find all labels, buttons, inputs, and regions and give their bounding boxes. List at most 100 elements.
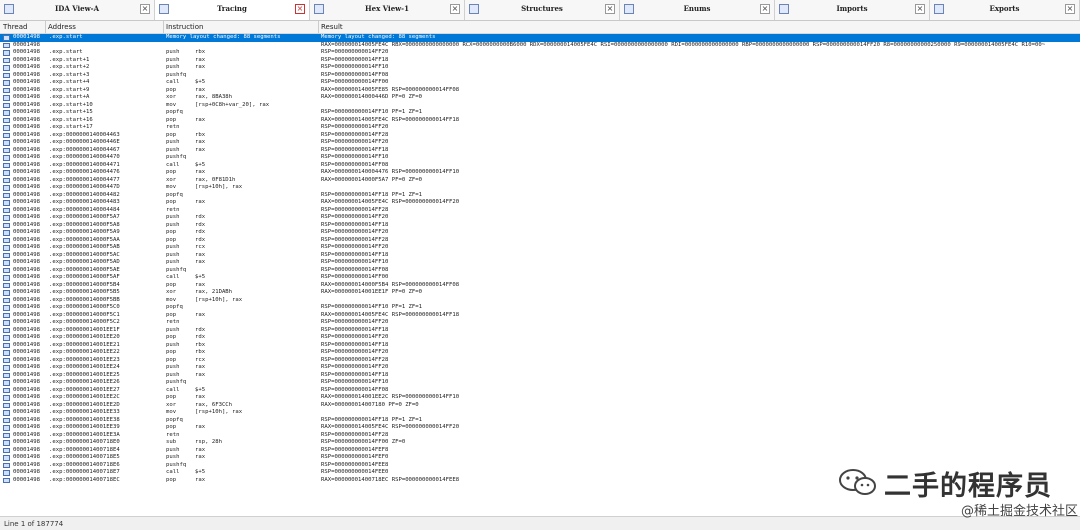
trace-row[interactable]: 00001498 .exp:000000014000446E push rax RSP=… — [0, 139, 1080, 147]
close-icon[interactable]: × — [140, 4, 150, 14]
trace-row[interactable]: 00001498 .exp:0000000140004483 pop rax RAX=0… — [0, 199, 1080, 207]
thread-cell: 00001498 — [13, 469, 40, 475]
thread-cell: 00001498 — [13, 116, 40, 123]
trace-row[interactable]: 00001498 .exp:000000014001EE23 pop rcx RSP=0… — [0, 357, 1080, 365]
mnemonic-cell: pushfq — [166, 266, 187, 273]
trace-row[interactable]: 00001498 .exp:000000014001EE1F push rdx RSP=… — [0, 327, 1080, 335]
trace-row[interactable]: 00001498 RAX=000000014005FE4C RBX=0000000… — [0, 42, 1080, 50]
trace-row[interactable]: 00001498 .exp.start+15 popfq RSP=0000000000… — [0, 109, 1080, 117]
thread-cell: 00001498 — [13, 454, 40, 460]
trace-row[interactable]: 00001498 .exp:00000001400718E0 sub rsp, 28h… — [0, 439, 1080, 447]
tab-structures[interactable]: Structures × — [465, 0, 620, 20]
trace-row[interactable]: 00001498 .exp.start+9 pop rax RAX=0000000140… — [0, 87, 1080, 95]
trace-row[interactable]: 00001498 .exp:000000014000F5B4 pop rax RAX=0… — [0, 282, 1080, 290]
trace-row[interactable]: 00001498 .exp:000000014001EE20 pop rdx RSP=0… — [0, 334, 1080, 342]
trace-row[interactable]: 00001498 .exp.start+2 push rax RSP=000000000… — [0, 64, 1080, 72]
trace-row[interactable]: 00001498 .exp:000000014000447D mov [rsp+10h… — [0, 184, 1080, 192]
trace-row[interactable]: 00001498 .exp:000000014000F5AB push rcx RSP=… — [0, 244, 1080, 252]
operands-cell: $+5 — [195, 274, 206, 280]
trace-row[interactable]: 00001498 .exp:000000014000F5AD push rax RSP=… — [0, 259, 1080, 267]
operands-cell: rax — [195, 146, 206, 153]
column-header-result[interactable]: Result — [321, 23, 343, 31]
trace-row[interactable]: 00001498 .exp.start+A xor rax, 8BA38h RAX=00… — [0, 94, 1080, 102]
trace-row[interactable]: 00001498 .exp:000000014001EE2D xor rax, 6F3… — [0, 402, 1080, 410]
trace-row[interactable]: 00001498 .exp:000000014000F5BB mov [rsp+10h… — [0, 297, 1080, 305]
trace-row[interactable]: 00001498 .exp:000000014001EE22 pop rbx RSP=0… — [0, 349, 1080, 357]
trace-row[interactable]: 00001498 .exp:00000001400718E5 push rax RSP=… — [0, 454, 1080, 462]
trace-row[interactable]: 00001498 .exp.start+16 pop rax RAX=000000014… — [0, 117, 1080, 125]
trace-row[interactable]: 00001498 .exp:000000014000F5AC push rax RSP=… — [0, 252, 1080, 260]
mnemonic-cell: pop — [166, 86, 177, 93]
trace-entry-icon — [3, 170, 10, 176]
trace-row[interactable]: 00001498 .exp:000000014001EE3A retn RSP=000… — [0, 432, 1080, 440]
thread-cell: 00001498 — [13, 79, 40, 85]
operands-cell: rax — [195, 446, 206, 453]
trace-row[interactable]: 00001498 .exp:000000014001EE38 popfq RSP=00… — [0, 417, 1080, 425]
trace-row[interactable]: 00001498 .exp:0000000140004470 pushfq RSP=0… — [0, 154, 1080, 162]
trace-row[interactable]: 00001498 .exp:000000014001EE24 push rax RSP=… — [0, 364, 1080, 372]
trace-row[interactable]: 00001498 .exp:000000014001EE2C pop rax RAX=0… — [0, 394, 1080, 402]
result-cell: RSP=000000000014FF20 — [321, 49, 389, 55]
trace-row[interactable]: 00001498 .exp.start+3 pushfq RSP=0000000000… — [0, 72, 1080, 80]
close-icon[interactable]: × — [450, 4, 460, 14]
trace-row[interactable]: 00001498 .exp:0000000140004463 pop rbx RSP=0… — [0, 132, 1080, 140]
mnemonic-cell: push — [166, 371, 180, 378]
thread-cell: 00001498 — [13, 124, 40, 130]
tab-hex-view-1[interactable]: Hex View-1 × — [310, 0, 465, 20]
column-header-instruction[interactable]: Instruction — [166, 23, 203, 31]
trace-row[interactable]: 00001498 .exp:000000014001EE27 call $+5 RSP=… — [0, 387, 1080, 395]
trace-row[interactable]: 00001498 .exp.start+1 push rax RSP=000000000… — [0, 57, 1080, 65]
trace-row[interactable]: 00001498 .exp:00000001400718E4 push rax RSP=… — [0, 447, 1080, 455]
trace-row[interactable]: 00001498 .exp:000000014000F5A8 push rdx RSP=… — [0, 222, 1080, 230]
close-icon[interactable]: × — [760, 4, 770, 14]
trace-row[interactable]: 00001498 .exp:000000014001EE33 mov [rsp+10h… — [0, 409, 1080, 417]
trace-row[interactable]: 00001498 .exp:000000014001EE39 pop rax RAX=0… — [0, 424, 1080, 432]
address-cell: .exp:0000000140004470 — [49, 154, 120, 160]
close-icon[interactable]: × — [295, 4, 305, 14]
tab-imports[interactable]: Imports × — [775, 0, 930, 20]
close-icon[interactable]: × — [1065, 4, 1075, 14]
trace-row[interactable]: 00001498 .exp:000000014000F5A7 push rdx RSP=… — [0, 214, 1080, 222]
trace-row[interactable]: 00001498 .exp:0000000140004482 popfq RSP=00… — [0, 192, 1080, 200]
tab-ida-view-a[interactable]: IDA View-A × — [0, 0, 155, 20]
trace-row[interactable]: 00001498 .exp:0000000140004476 pop rax RAX=0… — [0, 169, 1080, 177]
trace-row[interactable]: 00001498 .exp.start+4 call $+5 RSP=000000000… — [0, 79, 1080, 87]
trace-row[interactable]: 00001498 .exp:0000000140004477 xor rax, 0F8… — [0, 177, 1080, 185]
trace-row[interactable]: 00001498 .exp:000000014001EE26 pushfq RSP=0… — [0, 379, 1080, 387]
trace-row[interactable]: 00001498 .exp:000000014000F5C0 popfq RSP=00… — [0, 304, 1080, 312]
address-cell: .exp:000000014001EE2C — [49, 394, 120, 400]
close-icon[interactable]: × — [605, 4, 615, 14]
trace-row[interactable]: 00001498 .exp:0000000140004484 retn RSP=000… — [0, 207, 1080, 215]
trace-row[interactable]: 00001498 .exp.start+17 retn RSP=00000000001… — [0, 124, 1080, 132]
operands-cell: rdx — [195, 214, 206, 220]
trace-row[interactable]: 00001498 .exp:000000014000F5AF call $+5 RSP=… — [0, 274, 1080, 282]
trace-row[interactable]: 00001498 .exp:0000000140004467 push rax RSP=… — [0, 147, 1080, 155]
trace-row[interactable]: 00001498 .exp:000000014000F5A9 pop rdx RSP=0… — [0, 229, 1080, 237]
mnemonic-cell: push — [166, 446, 180, 453]
trace-row[interactable]: 00001498 .exp.start push rbx RSP=00000000001… — [0, 49, 1080, 57]
column-header-thread[interactable]: Thread — [3, 23, 27, 31]
trace-row[interactable]: 00001498 .exp.start Memory layout changed:… — [0, 34, 1080, 42]
tab-tracing[interactable]: Tracing × — [155, 0, 310, 20]
tab-exports[interactable]: Exports × — [930, 0, 1080, 20]
trace-row[interactable]: 00001498 .exp:000000014000F5C2 retn RSP=000… — [0, 319, 1080, 327]
trace-row[interactable]: 00001498 .exp:000000014000F5C1 pop rax RAX=0… — [0, 312, 1080, 320]
trace-row[interactable]: 00001498 .exp.start+10 mov [rsp+0C8h+var_20… — [0, 102, 1080, 110]
trace-row[interactable]: 00001498 .exp:000000014001EE25 push rax RSP=… — [0, 372, 1080, 380]
trace-row[interactable]: 00001498 .exp:000000014000F5B5 xor rax, 21D… — [0, 289, 1080, 297]
trace-entry-icon — [3, 87, 10, 93]
trace-row[interactable]: 00001498 .exp:0000000140004471 call $+5 RSP=… — [0, 162, 1080, 170]
result-cell: RSP=000000000014FF10 PF=1 ZF=1 — [321, 304, 423, 310]
thread-cell: 00001498 — [13, 139, 40, 145]
operands-cell: rbx — [195, 349, 206, 355]
trace-row[interactable]: 00001498 .exp:000000014000F5AE pushfq RSP=0… — [0, 267, 1080, 275]
trace-table[interactable]: Thread Address Instruction Result 000014… — [0, 21, 1080, 516]
tab-enums[interactable]: Enums × — [620, 0, 775, 20]
column-header-address[interactable]: Address — [48, 23, 76, 31]
close-icon[interactable]: × — [915, 4, 925, 14]
thread-cell: 00001498 — [13, 214, 40, 220]
operands-cell: rdx — [195, 229, 206, 235]
trace-row[interactable]: 00001498 .exp:000000014001EE21 push rbx RSP=… — [0, 342, 1080, 350]
mnemonic-cell: pushfq — [166, 379, 187, 385]
trace-row[interactable]: 00001498 .exp:000000014000F5AA pop rdx RSP=0… — [0, 237, 1080, 245]
